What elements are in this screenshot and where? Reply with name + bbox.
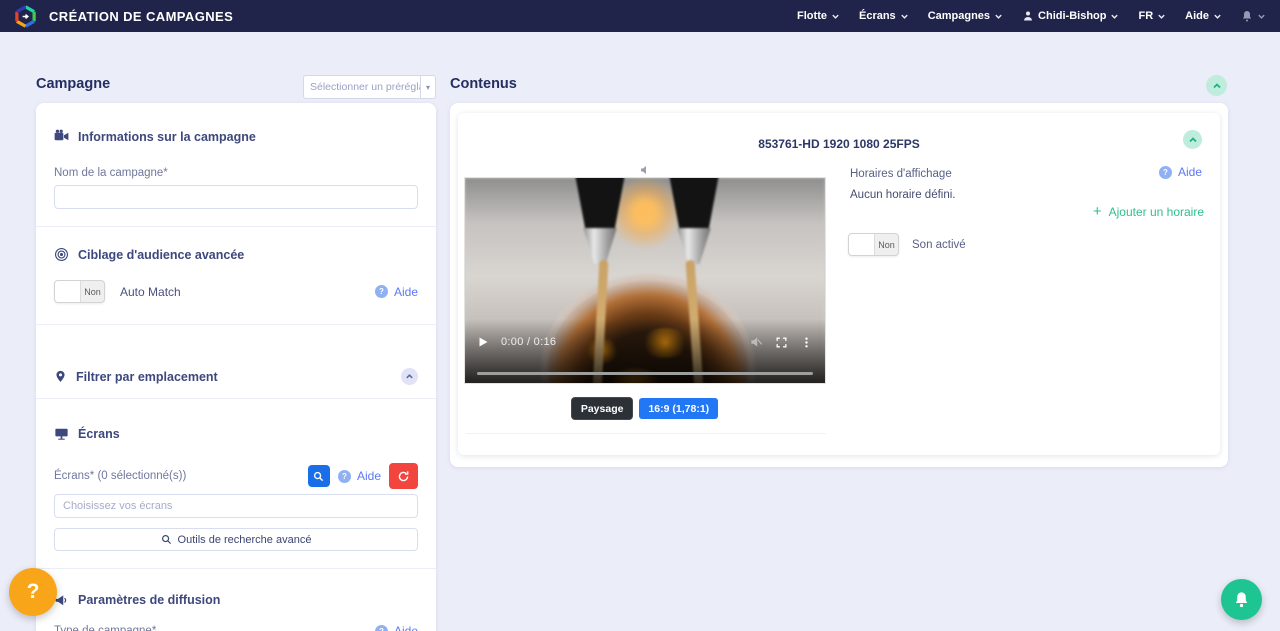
preset-select[interactable]: Sélectionner un préréglage... ▾ xyxy=(303,75,436,99)
media-collapse-button[interactable] xyxy=(1183,130,1202,149)
auto-match-toggle[interactable]: Non xyxy=(54,280,105,303)
select-arrow-icon: ▾ xyxy=(420,76,435,98)
brand[interactable]: CRÉATION DE CAMPAGNES xyxy=(14,5,233,28)
notifications-fab-button[interactable] xyxy=(1221,579,1262,620)
refresh-icon xyxy=(397,470,410,483)
media-help-link[interactable]: ? Aide xyxy=(1159,165,1202,179)
kebab-menu-icon[interactable] xyxy=(800,336,813,349)
schedule-empty-text: Aucun horaire défini. xyxy=(850,189,955,201)
audience-header: Ciblage d'audience avancée xyxy=(54,247,418,262)
chevron-up-icon xyxy=(405,372,414,381)
monitor-icon xyxy=(54,427,69,441)
location-collapse-button[interactable] xyxy=(401,368,418,385)
content-panel-title: Contenus xyxy=(450,76,517,92)
audience-section: Ciblage d'audience avancée Non Auto Matc… xyxy=(36,226,436,324)
toggle-state-label: Non xyxy=(81,281,104,302)
nav-item-campagnes[interactable]: Campagnes xyxy=(928,10,1003,22)
screens-section: Écrans Écrans* (0 sélectionné(s)) ? Aide… xyxy=(36,398,436,568)
fullscreen-icon[interactable] xyxy=(775,336,788,349)
bell-icon xyxy=(1233,591,1250,608)
chevron-down-icon xyxy=(1157,12,1166,21)
navbar: CRÉATION DE CAMPAGNES Flotte Écrans Camp… xyxy=(0,0,1280,32)
nav-item-user[interactable]: Chidi-Bishop xyxy=(1022,10,1119,22)
campaign-info-section: Informations sur la campagne Nom de la c… xyxy=(36,103,436,226)
auto-match-label: Auto Match xyxy=(120,285,181,299)
campaign-info-header: Informations sur la campagne xyxy=(54,129,418,144)
toggle-knob xyxy=(55,281,81,302)
audience-help-link[interactable]: ? Aide xyxy=(375,285,418,299)
map-pin-icon xyxy=(54,369,67,384)
advanced-search-button[interactable]: Outils de recherche avancé xyxy=(54,528,418,551)
target-icon xyxy=(54,247,69,262)
question-circle-icon: ? xyxy=(375,625,388,631)
question-mark: ? xyxy=(27,580,40,604)
nav-item-notifications[interactable] xyxy=(1241,10,1266,22)
diffusion-help-link[interactable]: ? Aide xyxy=(375,624,418,631)
search-icon xyxy=(161,534,172,545)
nav-item-language[interactable]: FR xyxy=(1138,10,1166,22)
screens-refresh-button[interactable] xyxy=(389,463,418,489)
video-progress-bar[interactable] xyxy=(477,372,813,375)
campaign-type-label: Type de campagne* xyxy=(54,625,156,631)
video-time: 0:00 / 0:16 xyxy=(501,336,556,348)
sound-enabled-label: Son activé xyxy=(912,239,966,251)
app-logo-icon xyxy=(14,5,37,28)
sound-toggle[interactable]: Non xyxy=(848,233,899,256)
mute-icon[interactable] xyxy=(749,335,763,349)
play-icon[interactable] xyxy=(477,336,489,348)
chevron-down-icon xyxy=(994,12,1003,21)
location-filter-section: Filtrer par emplacement xyxy=(36,324,436,398)
chevron-up-icon xyxy=(1212,81,1222,91)
schedule-label: Horaires d'affichage xyxy=(850,168,952,180)
chevron-up-icon xyxy=(1188,135,1198,145)
toggle-state-label: Non xyxy=(875,234,898,255)
nav-item-flotte[interactable]: Flotte xyxy=(797,10,840,22)
media-card: 853761-HD 1920 1080 25FPS ? Aide 0:0 xyxy=(458,113,1220,455)
chevron-down-icon xyxy=(831,12,840,21)
nav-menu: Flotte Écrans Campagnes Chidi-Bishop FR … xyxy=(797,10,1266,22)
search-icon xyxy=(313,471,324,482)
campaign-card: Informations sur la campagne Nom de la c… xyxy=(36,103,436,631)
campaign-name-input[interactable] xyxy=(54,185,418,209)
video-controls: 0:00 / 0:16 xyxy=(465,319,825,383)
orientation-button[interactable]: Paysage xyxy=(572,398,633,419)
nav-item-ecrans[interactable]: Écrans xyxy=(859,10,909,22)
screens-count-label: Écrans* (0 sélectionné(s)) xyxy=(54,470,186,482)
help-fab-button[interactable]: ? xyxy=(9,568,57,616)
bell-icon xyxy=(1241,10,1253,22)
campaign-name-label: Nom de la campagne* xyxy=(54,167,418,179)
question-circle-icon: ? xyxy=(1159,166,1172,179)
diffusion-header: Paramètres de diffusion xyxy=(54,593,418,607)
aspect-ratio-button[interactable]: 16:9 (1,78:1) xyxy=(639,398,718,419)
chevron-down-icon xyxy=(900,12,909,21)
nav-item-aide[interactable]: Aide xyxy=(1185,10,1222,22)
content-collapse-button[interactable] xyxy=(1206,75,1227,96)
chevron-down-icon xyxy=(1213,12,1222,21)
chevron-down-icon xyxy=(1257,12,1266,21)
add-schedule-link[interactable]: + Ajouter un horaire xyxy=(1093,205,1204,219)
screens-header: Écrans xyxy=(54,427,418,441)
media-title: 853761-HD 1920 1080 25FPS xyxy=(458,137,1220,151)
media-divider xyxy=(466,433,826,434)
contents-card: 853761-HD 1920 1080 25FPS ? Aide 0:0 xyxy=(450,103,1228,467)
screens-search-button[interactable] xyxy=(308,465,330,487)
location-filter-header: Filtrer par emplacement xyxy=(54,368,418,385)
screens-help-link[interactable]: ? Aide xyxy=(338,469,381,483)
video-player[interactable]: 0:00 / 0:16 xyxy=(464,177,826,384)
screens-choose-input[interactable] xyxy=(54,494,418,518)
campaign-panel-title: Campagne xyxy=(36,76,110,92)
chevron-down-icon xyxy=(1110,12,1119,21)
question-circle-icon: ? xyxy=(338,470,351,483)
preset-select-value: Sélectionner un préréglage... xyxy=(304,81,420,93)
question-circle-icon: ? xyxy=(375,285,388,298)
toggle-knob xyxy=(849,234,875,255)
app-title: CRÉATION DE CAMPAGNES xyxy=(49,9,233,24)
video-camera-icon xyxy=(54,129,69,144)
plus-icon: + xyxy=(1093,207,1102,217)
user-icon xyxy=(1022,10,1034,22)
diffusion-section: Paramètres de diffusion Type de campagne… xyxy=(36,568,436,631)
